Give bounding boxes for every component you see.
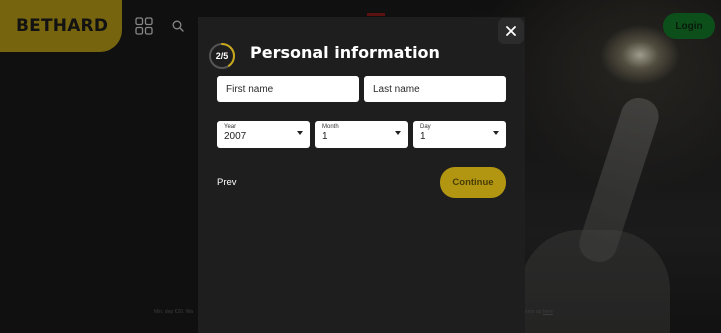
first-name-input[interactable] [217,76,359,102]
continue-button[interactable]: Continue [440,167,506,198]
day-select[interactable]: Day 1 [413,121,506,148]
last-name-input[interactable] [364,76,506,102]
close-icon [506,26,516,36]
month-select[interactable]: Month 1 [315,121,408,148]
registration-modal: 2/5 Personal information Year 2007 Month… [198,17,525,333]
year-select[interactable]: Year 2007 [217,121,310,148]
modal-title: Personal information [250,43,440,62]
chevron-down-icon [493,131,499,135]
prev-button[interactable]: Prev [217,177,237,188]
chevron-down-icon [395,131,401,135]
chevron-down-icon [297,131,303,135]
close-button[interactable] [498,18,524,44]
step-indicator: 2/5 [215,51,229,61]
